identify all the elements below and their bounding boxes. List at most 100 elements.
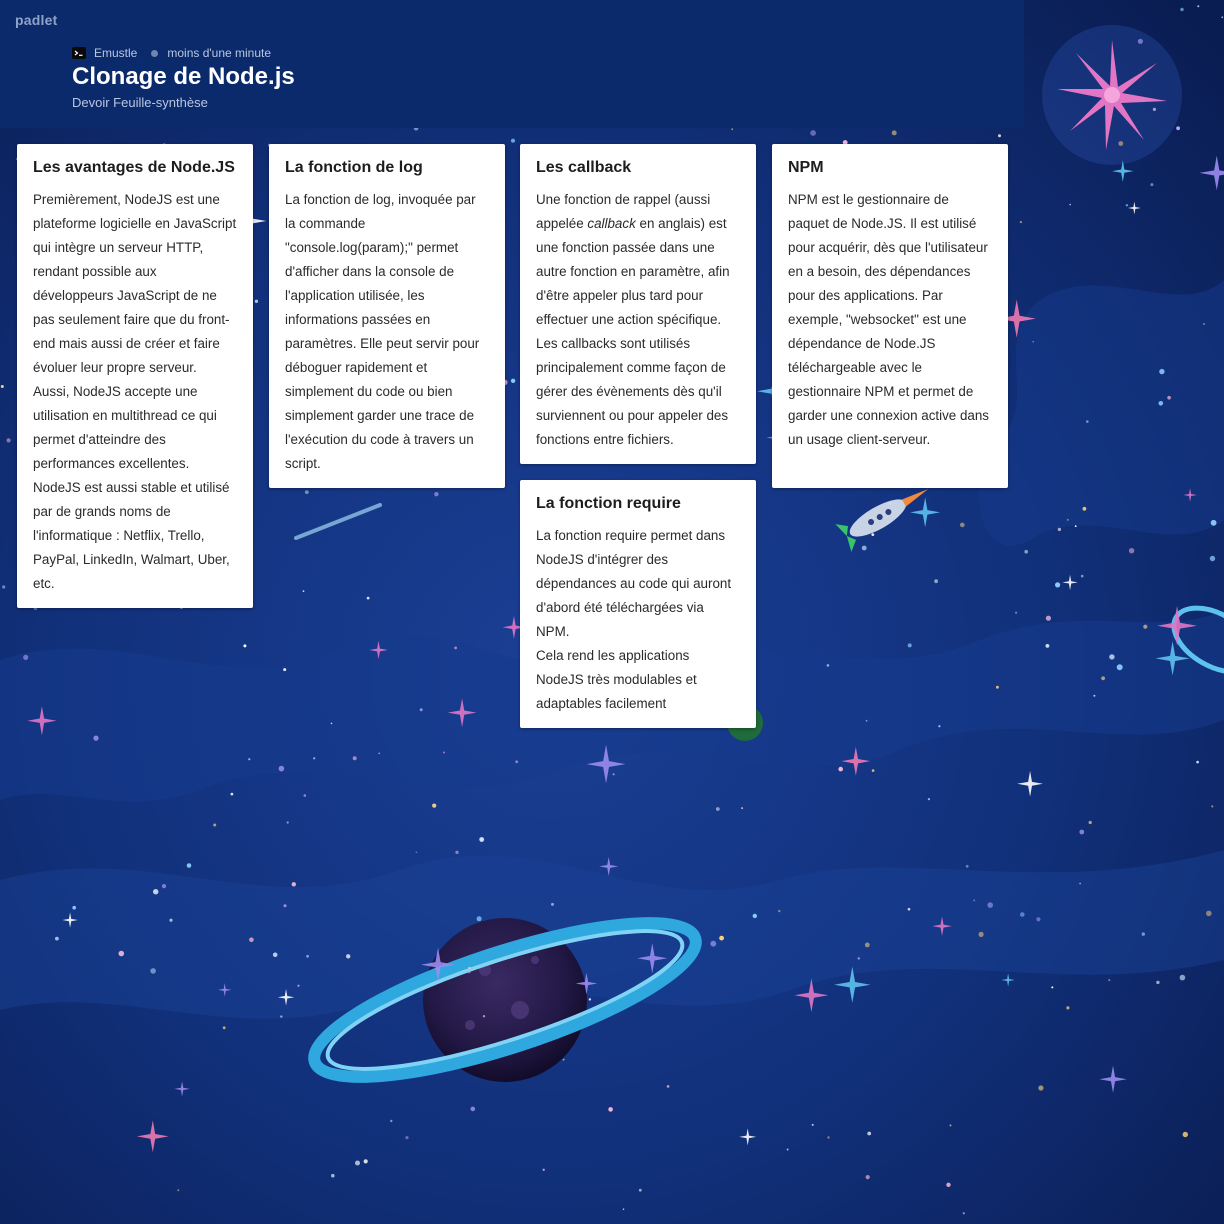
post-paragraph: Cela rend les applications NodeJS très m… [536,648,697,711]
star-dot [1038,1085,1044,1091]
star-dot [222,1026,226,1030]
text-span: en anglais) est une fonction passée dans… [536,216,730,327]
star-dot [1093,694,1096,697]
star-dot [1158,401,1164,406]
star-dot [1057,527,1062,532]
post-card-npm[interactable]: NPM NPM est le gestionnaire de paquet de… [772,144,1008,488]
star-dot [186,863,192,868]
star-dot [973,899,976,902]
star-dot [1051,986,1054,989]
star-dot [1015,611,1018,614]
star-dot [291,882,296,887]
post-paragraph: NPM est le gestionnaire de paquet de Nod… [788,192,989,447]
post-title: La fonction de log [285,159,423,176]
post-title: La fonction require [536,495,681,512]
star-dot [638,1188,642,1192]
star-dot [249,937,254,943]
star-dot [551,902,554,906]
star-dot [515,760,519,764]
star-dot [476,916,482,922]
star-dot [330,722,333,725]
star-dot [1206,910,1212,917]
star-dot [934,579,938,584]
star-dot [857,957,860,960]
star-dot [891,130,897,136]
post-paragraph: La fonction require permet dans NodeJS d… [536,528,732,639]
post-card-callback[interactable]: Les callback Une fonction de rappel (aus… [520,144,756,464]
post-body: La fonction require permet dans NodeJS d… [536,524,740,716]
star-dot [390,1119,393,1123]
star-dot [366,596,370,600]
star-dot [161,884,167,889]
star-dot [752,913,757,919]
author-name[interactable]: Emustle [94,46,137,60]
star-dot [306,954,309,958]
star-dot [1125,204,1129,207]
star-dot [23,654,29,661]
star-dot [827,1136,830,1139]
star-dot [1197,5,1200,8]
post-body: Premièrement, NodeJS est une plateforme … [33,188,237,596]
star-dot [949,1124,952,1127]
star-dot [283,904,287,908]
star-dot [302,590,305,592]
post-card-require[interactable]: La fonction require La fonction require … [520,480,756,728]
star-dot [666,1085,670,1088]
star-dot [864,942,870,948]
post-paragraph: La fonction de log, invoquée par la comm… [285,192,480,471]
star-dot [1086,420,1089,423]
padlet-logo[interactable]: padlet [15,12,57,28]
star-dot [962,1212,965,1215]
star-dot [1080,574,1084,578]
star-dot [278,765,285,772]
star-dot [1045,615,1051,621]
star-dot [562,1058,565,1061]
star-dot [454,646,457,650]
post-card-log[interactable]: La fonction de log La fonction de log, i… [269,144,505,488]
star-dot [1079,829,1085,835]
star-dot [468,966,471,970]
star-dot [313,757,316,760]
star-dot [482,1015,486,1018]
star-dot [272,952,278,958]
star-dot [810,130,816,136]
star-dot [778,909,781,913]
padlet-header: padlet Emustle moins d'une minute Clonag… [0,0,1024,128]
post-body: Une fonction de rappel (aussi appelée ca… [536,188,740,452]
star-dot [927,798,931,801]
star-dot [230,792,234,796]
star-dot [946,1182,951,1188]
post-card-avantages[interactable]: Les avantages de Node.JS Premièrement, N… [17,144,253,608]
star-dot [297,984,300,987]
star-dot [280,1015,283,1018]
star-dot [1019,220,1023,224]
star-dot [987,902,993,908]
star-dot [1079,882,1081,885]
post-meta: Emustle moins d'une minute [72,46,271,60]
star-dot [865,1175,870,1180]
star-dot [346,954,351,959]
terminal-icon [72,47,86,59]
star-dot [304,490,309,494]
star-dot [6,438,11,443]
star-dot [1074,525,1077,528]
star-dot [455,850,459,854]
post-paragraph: Les callbacks sont utilisés principaleme… [536,336,729,447]
star-dot [871,769,875,772]
star-dot [303,794,307,797]
star-dot [998,134,1001,138]
star-dot [243,644,247,648]
star-dot [55,936,59,941]
star-dot [1024,549,1028,554]
star-dot [1066,519,1069,521]
star-dot [1180,7,1184,12]
star-dot [415,851,418,854]
star-dot [731,128,734,131]
star-dot [907,643,912,648]
star-dot [248,758,251,761]
star-dot [1118,141,1124,146]
star-dot [355,1160,360,1166]
star-dot [378,752,381,755]
star-dot [1128,548,1135,554]
post-paragraph: Premièrement, NodeJS est une plateforme … [33,192,237,375]
